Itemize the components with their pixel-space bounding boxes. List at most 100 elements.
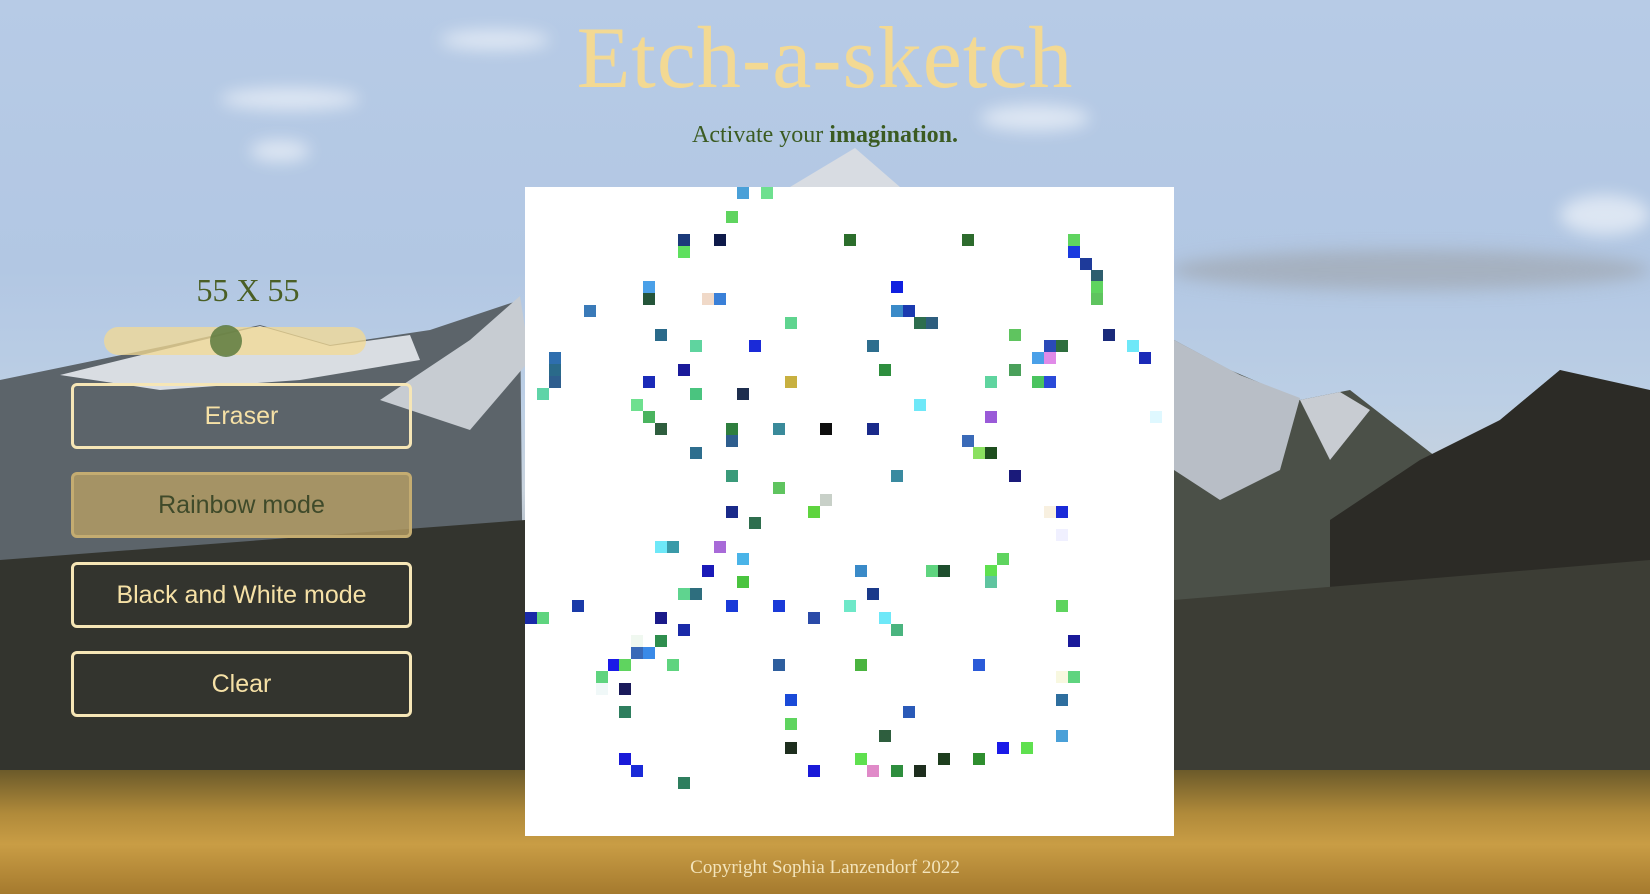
grid-cell[interactable] — [725, 600, 738, 612]
grid-cell[interactable] — [1044, 505, 1057, 518]
grid-cell[interactable] — [843, 234, 856, 247]
grid-cell[interactable] — [890, 305, 903, 317]
grid-cell[interactable] — [1020, 741, 1033, 754]
grid-cell[interactable] — [737, 576, 750, 589]
grid-cell[interactable] — [902, 305, 915, 317]
grid-cell[interactable] — [938, 753, 950, 766]
grid-cell[interactable] — [867, 588, 880, 601]
grid-cell[interactable] — [855, 659, 868, 671]
grid-cell[interactable] — [631, 399, 644, 412]
grid-cell[interactable] — [890, 470, 903, 483]
grid-cell[interactable] — [808, 765, 821, 778]
grid-cell[interactable] — [595, 682, 608, 695]
grid-cell[interactable] — [725, 505, 738, 518]
grid-cell[interactable] — [666, 541, 679, 553]
grid-cell[interactable] — [548, 352, 561, 365]
grid-cell[interactable] — [961, 234, 974, 247]
grid-cell[interactable] — [784, 316, 797, 329]
grid-cell[interactable] — [1008, 328, 1021, 341]
grid-cell[interactable] — [749, 517, 762, 530]
grid-cell[interactable] — [643, 647, 655, 660]
grid-cell[interactable] — [1044, 375, 1057, 388]
grid-size-slider[interactable] — [104, 325, 366, 357]
grid-cell[interactable] — [548, 364, 561, 376]
grid-cell[interactable] — [855, 753, 868, 766]
grid-cell[interactable] — [654, 541, 667, 553]
grid-cell[interactable] — [867, 423, 880, 435]
grid-cell[interactable] — [1056, 340, 1068, 353]
grid-cell[interactable] — [725, 434, 738, 447]
grid-cell[interactable] — [772, 600, 785, 612]
grid-cell[interactable] — [654, 423, 667, 435]
grid-cell[interactable] — [1067, 246, 1080, 258]
grid-cell[interactable] — [820, 423, 832, 435]
grid-cell[interactable] — [1091, 281, 1104, 294]
grid-cell[interactable] — [1008, 364, 1021, 376]
grid-cell[interactable] — [784, 694, 797, 707]
grid-cell[interactable] — [914, 316, 927, 329]
grid-cell[interactable] — [725, 423, 738, 435]
grid-cell[interactable] — [690, 588, 703, 601]
grid-cell[interactable] — [879, 611, 891, 624]
grid-cell[interactable] — [678, 246, 691, 258]
grid-cell[interactable] — [997, 741, 1009, 754]
grid-cell[interactable] — [690, 446, 703, 459]
grid-cell[interactable] — [808, 505, 821, 518]
grid-cell[interactable] — [1056, 670, 1068, 683]
grid-cell[interactable] — [1056, 729, 1068, 742]
grid-cell[interactable] — [1044, 340, 1057, 353]
grid-cell[interactable] — [678, 234, 691, 247]
grid-cell[interactable] — [784, 375, 797, 388]
grid-cell[interactable] — [737, 187, 750, 199]
grid-cell[interactable] — [666, 659, 679, 671]
grid-cell[interactable] — [1138, 352, 1151, 365]
grid-cell[interactable] — [926, 564, 939, 577]
grid-cell[interactable] — [1032, 375, 1045, 388]
grid-cell[interactable] — [1067, 670, 1080, 683]
grid-cell[interactable] — [690, 387, 703, 400]
grid-cell[interactable] — [737, 387, 750, 400]
grid-cell[interactable] — [772, 659, 785, 671]
grid-cell[interactable] — [902, 706, 915, 719]
grid-cell[interactable] — [702, 564, 714, 577]
grid-cell[interactable] — [1044, 352, 1057, 365]
grid-cell[interactable] — [1008, 470, 1021, 483]
grid-cell[interactable] — [1091, 293, 1104, 306]
grid-cell[interactable] — [890, 623, 903, 636]
rainbow-mode-button[interactable]: Rainbow mode — [71, 472, 412, 538]
grid-cell[interactable] — [678, 588, 691, 601]
grid-cell[interactable] — [784, 718, 797, 730]
grid-cell[interactable] — [713, 293, 726, 306]
grid-cell[interactable] — [725, 470, 738, 483]
grid-cell[interactable] — [678, 623, 691, 636]
grid-cell[interactable] — [643, 293, 655, 306]
grid-cell[interactable] — [631, 647, 644, 660]
eraser-button[interactable]: Eraser — [71, 383, 412, 449]
grid-cell[interactable] — [1103, 328, 1116, 341]
grid-cell[interactable] — [843, 600, 856, 612]
grid-cell[interactable] — [654, 611, 667, 624]
grid-cell[interactable] — [643, 375, 655, 388]
grid-cell[interactable] — [973, 659, 986, 671]
grid-cell[interactable] — [985, 446, 998, 459]
grid-cell[interactable] — [654, 635, 667, 648]
grid-cell[interactable] — [631, 635, 644, 648]
grid-cell[interactable] — [855, 564, 868, 577]
grid-cell[interactable] — [654, 328, 667, 341]
grid-cell[interactable] — [985, 375, 998, 388]
grid-cell[interactable] — [784, 741, 797, 754]
grid-cell[interactable] — [1056, 529, 1068, 542]
grid-cell[interactable] — [713, 541, 726, 553]
grid-cell[interactable] — [678, 364, 691, 376]
grid-cell[interactable] — [631, 765, 644, 778]
grid-cell[interactable] — [572, 600, 585, 612]
grid-cell[interactable] — [607, 659, 620, 671]
grid-cell[interactable] — [1150, 411, 1163, 424]
grid-cell[interactable] — [820, 493, 832, 506]
grid-cell[interactable] — [1067, 635, 1080, 648]
grid-cell[interactable] — [961, 434, 974, 447]
grid-cell[interactable] — [867, 765, 880, 778]
grid-cell[interactable] — [1056, 505, 1068, 518]
grid-cell[interactable] — [1091, 269, 1104, 282]
grid-cell[interactable] — [808, 611, 821, 624]
